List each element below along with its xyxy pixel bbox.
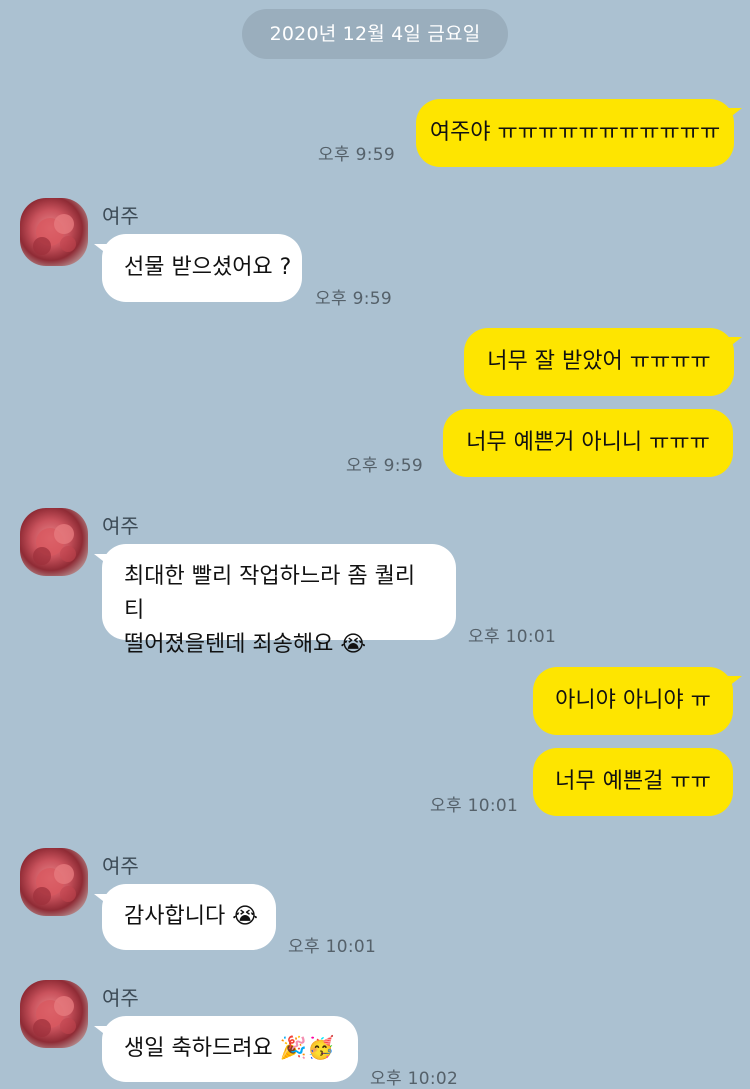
bubble-tail: [724, 337, 742, 351]
received-message-bubble[interactable]: 감사합니다 😭: [102, 884, 276, 950]
message-time: 오후 9:59: [315, 289, 392, 309]
my-message-bubble[interactable]: 아니야 아니야 ㅠ: [533, 667, 733, 735]
message-text-line-1: 최대한 빨리 작업하느라 좀 퀄리티: [124, 564, 416, 623]
message-text: 너무 잘 받았어 ㅠㅠㅠㅠ: [487, 349, 711, 374]
message-time: 오후 10:02: [370, 1069, 459, 1089]
sender-avatar[interactable]: [20, 980, 88, 1048]
my-message-bubble[interactable]: 너무 예쁜걸 ㅠㅠ: [533, 748, 733, 816]
message-text: 생일 축하드려요: [124, 1036, 273, 1061]
message-text: 너무 예쁜거 아니니 ㅠㅠㅠ: [466, 430, 710, 455]
message-time: 오후 9:59: [346, 456, 423, 476]
sender-name: 여주: [102, 986, 139, 1010]
party-emoji-icon: 🎉🥳: [279, 1036, 335, 1061]
message-time: 오후 9:59: [318, 145, 395, 165]
received-message-bubble[interactable]: 최대한 빨리 작업하느라 좀 퀄리티 떨어졌을텐데 죄송해요 😭: [102, 544, 456, 657]
sender-avatar[interactable]: [20, 848, 88, 916]
received-message-bubble[interactable]: 생일 축하드려요 🎉🥳: [102, 1016, 358, 1082]
crying-face-icon: 😭: [340, 632, 367, 657]
message-text: 선물 받으셨어요 ?: [124, 255, 292, 280]
my-message-bubble[interactable]: 너무 잘 받았어 ㅠㅠㅠㅠ: [464, 328, 734, 396]
bouquet-photo-icon: [33, 996, 76, 1037]
my-message-bubble[interactable]: 여주야 ㅠㅠㅠㅠㅠㅠㅠㅠㅠㅠㅠ: [416, 99, 734, 167]
sender-name: 여주: [102, 514, 139, 538]
message-text: 여주야 ㅠㅠㅠㅠㅠㅠㅠㅠㅠㅠㅠ: [429, 120, 721, 145]
bubble-tail: [724, 108, 742, 122]
my-message-bubble[interactable]: 너무 예쁜거 아니니 ㅠㅠㅠ: [443, 409, 733, 477]
message-text: 아니야 아니야 ㅠ: [555, 688, 711, 713]
bouquet-photo-icon: [33, 524, 76, 565]
sender-avatar[interactable]: [20, 508, 88, 576]
message-text: 감사합니다: [124, 904, 226, 929]
message-time: 오후 10:01: [430, 796, 519, 816]
message-text-line-2: 떨어졌을텐데 죄송해요 😭: [124, 632, 367, 657]
message-time: 오후 10:01: [288, 937, 377, 957]
sender-avatar[interactable]: [20, 198, 88, 266]
message-text: 너무 예쁜걸 ㅠㅠ: [555, 769, 711, 794]
bouquet-photo-icon: [33, 214, 76, 255]
date-divider: 2020년 12월 4일 금요일: [242, 9, 508, 59]
bubble-tail: [724, 676, 742, 690]
message-time: 오후 10:01: [468, 627, 557, 647]
received-message-bubble[interactable]: 선물 받으셨어요 ?: [102, 234, 302, 302]
sender-name: 여주: [102, 204, 139, 228]
sender-name: 여주: [102, 854, 139, 878]
crying-face-icon: 😭: [232, 904, 258, 929]
bouquet-photo-icon: [33, 864, 76, 905]
